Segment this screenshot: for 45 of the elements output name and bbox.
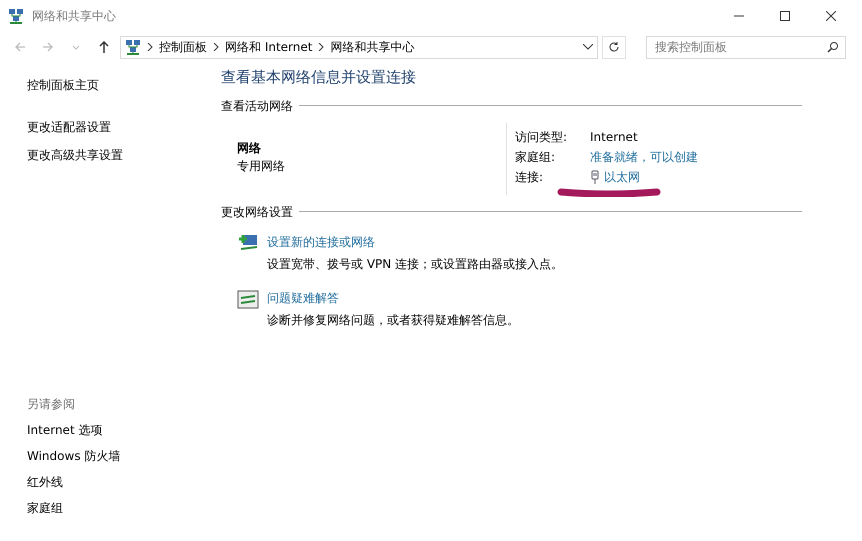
breadcrumb-item[interactable]: 控制面板	[159, 38, 207, 56]
detail-label: 访问类型:	[515, 128, 568, 146]
arrow-right-icon	[41, 40, 55, 54]
detail-value: Internet	[590, 128, 638, 146]
homegroup-link[interactable]: 准备就绪，可以创建	[590, 148, 698, 166]
arrow-left-icon	[13, 40, 27, 54]
close-icon	[826, 11, 836, 21]
task-link[interactable]: 问题疑难解答	[267, 288, 339, 306]
sidebar-link[interactable]: 更改高级共享设置	[27, 146, 205, 164]
detail-label: 家庭组:	[515, 148, 556, 166]
maximize-icon	[780, 11, 790, 21]
search-icon	[827, 41, 839, 53]
chevron-right-icon	[318, 43, 324, 51]
refresh-icon	[608, 41, 620, 53]
network-icon	[125, 39, 141, 55]
breadcrumb-item[interactable]: 网络和 Internet	[225, 38, 312, 56]
ethernet-plug-icon	[590, 170, 600, 184]
network-name: 网络	[237, 140, 262, 156]
section-heading: 更改网络设置	[221, 204, 293, 220]
window-title: 网络和共享中心	[32, 8, 116, 25]
sidebar-link[interactable]: Windows 防火墙	[27, 447, 205, 465]
sidebar-link[interactable]: Internet 选项	[27, 421, 205, 439]
arrow-up-icon	[97, 40, 111, 54]
sidebar-link[interactable]: 控制面板主页	[27, 76, 205, 94]
network-type: 专用网络	[237, 158, 286, 174]
chevron-down-icon	[583, 44, 593, 50]
chevron-right-icon	[147, 43, 153, 51]
page-heading: 查看基本网络信息并设置连接	[221, 67, 417, 88]
section-heading: 查看活动网络	[221, 98, 293, 114]
sidebar-heading: 另请参阅	[27, 396, 76, 413]
address-bar[interactable]: 控制面板 网络和 Internet 网络和共享中心	[120, 36, 598, 58]
task-description: 诊断并修复网络问题，或者获得疑难解答信息。	[267, 312, 519, 328]
chevron-right-icon	[213, 43, 219, 51]
monitor-icon	[237, 288, 259, 310]
sidebar-link[interactable]: 红外线	[27, 473, 205, 491]
task-link[interactable]: 设置新的连接或网络	[267, 232, 375, 250]
refresh-button[interactable]	[602, 36, 626, 58]
detail-label: 连接:	[515, 168, 544, 186]
sidebar-link[interactable]: 家庭组	[27, 499, 205, 517]
sidebar-link[interactable]: 更改适配器设置	[27, 118, 205, 136]
network-icon	[8, 8, 24, 24]
connection-link[interactable]: 以太网	[604, 168, 640, 186]
task-description: 设置宽带、拨号或 VPN 连接；或设置路由器或接入点。	[267, 256, 564, 272]
breadcrumb-item[interactable]: 网络和共享中心	[330, 38, 414, 56]
search-box[interactable]: 搜索控制面板	[646, 36, 846, 58]
